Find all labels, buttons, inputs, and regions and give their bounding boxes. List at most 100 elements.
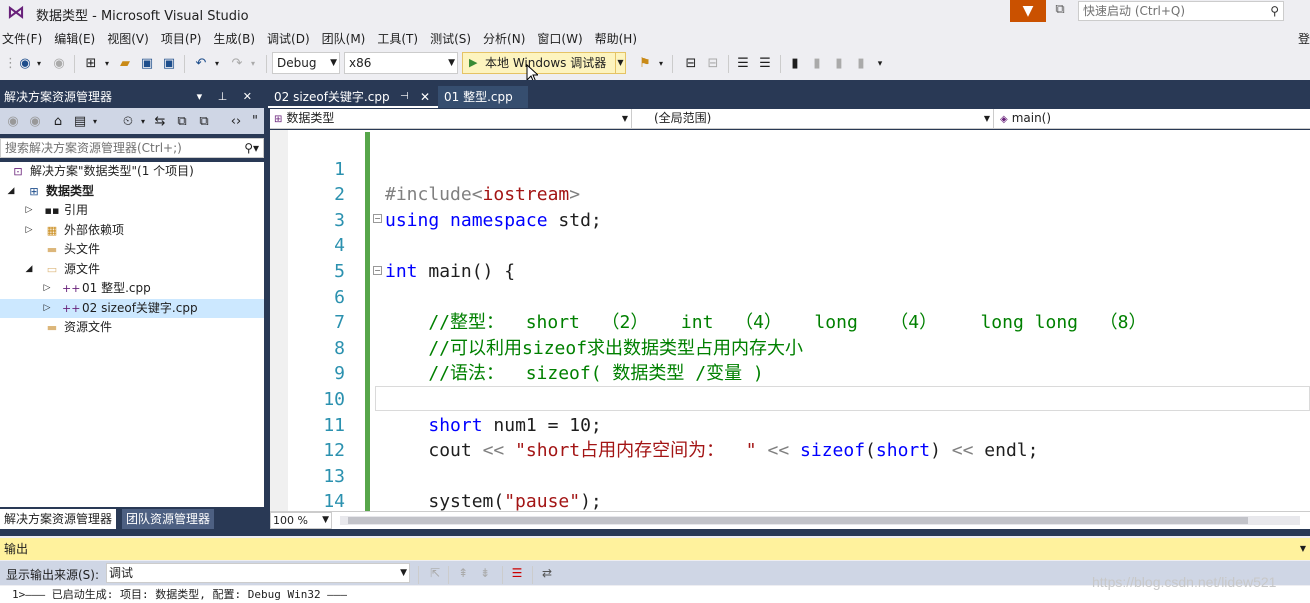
save-icon[interactable]: ▣: [138, 55, 156, 73]
scope-select[interactable]: (全局范围) ▼: [634, 109, 994, 129]
quick-launch-input[interactable]: 快速启动 (Ctrl+Q) ⚲: [1078, 1, 1284, 21]
menu-edit[interactable]: 编辑(E): [50, 26, 103, 48]
bookmark-icon[interactable]: ▮: [786, 55, 804, 73]
horizontal-scrollbar[interactable]: [340, 516, 1300, 525]
tree-item[interactable]: ▷ ++ 01 整型.cpp: [0, 279, 264, 298]
collapse-all-icon[interactable]: ⧉: [174, 113, 190, 131]
expand-icon[interactable]: ▷: [24, 201, 34, 220]
switch-views-icon[interactable]: ▤: [72, 113, 88, 131]
browser-link-icon[interactable]: ⚑: [636, 55, 654, 73]
expand-icon[interactable]: ▷: [24, 221, 34, 240]
close-icon[interactable]: ✕: [420, 86, 430, 108]
tree-item[interactable]: ▷ ▪▪ 引用: [0, 201, 264, 220]
tree-item[interactable]: ◢ ▭ 源文件: [0, 260, 264, 279]
watermark-text: https://blog.csdn.net/lidew521: [1092, 574, 1277, 590]
tree-item[interactable]: ▬ 资源文件: [0, 318, 264, 337]
forward-icon[interactable]: ◉: [50, 55, 68, 73]
tree-item[interactable]: ◢ ⊞ 数据类型: [0, 182, 264, 201]
tree-item[interactable]: ▷ ▦ 外部依赖项: [0, 221, 264, 240]
toolbar-separator: [728, 55, 729, 73]
indent-icon[interactable]: ☰: [756, 55, 774, 73]
chevron-down-icon[interactable]: ▼: [1300, 538, 1306, 560]
undo-dropdown-icon[interactable]: ▾: [212, 55, 222, 73]
pin-icon[interactable]: ⊣: [400, 86, 409, 108]
save-all-icon[interactable]: ▣: [160, 55, 178, 73]
start-debugging-button[interactable]: ▶ 本地 Windows 调试器 ▼: [462, 52, 626, 74]
tab-integer-cpp[interactable]: 01 整型.cpp: [438, 86, 528, 108]
clear-all-icon[interactable]: ☰: [508, 565, 526, 581]
output-source-select[interactable]: 调试 ▼: [106, 563, 410, 583]
pending-changes-icon[interactable]: ⏲: [120, 113, 136, 131]
more-icon[interactable]: ": [250, 113, 260, 131]
collapse-arrow-icon[interactable]: ◢: [24, 260, 34, 279]
forward-icon[interactable]: ◉: [28, 113, 42, 131]
prev-bookmark-icon[interactable]: ▮: [808, 55, 826, 73]
sign-in-link[interactable]: 登: [1298, 30, 1310, 47]
find-in-files-icon[interactable]: ⊟: [682, 55, 700, 73]
project-select[interactable]: ⊞ 数据类型 ▼: [270, 109, 632, 129]
browser-link-dropdown-icon[interactable]: ▾: [656, 55, 666, 73]
menu-team[interactable]: 团队(M): [318, 26, 374, 48]
comment-icon[interactable]: ⊟: [704, 55, 722, 73]
platform-select[interactable]: x86 ▼: [344, 52, 458, 74]
menu-debug[interactable]: 调试(D): [263, 26, 318, 48]
show-all-files-icon[interactable]: ⧉: [196, 113, 212, 131]
notifications-filter-icon[interactable]: ▼: [1010, 0, 1046, 22]
code-editor[interactable]: − − 1 #include<iostream> 2 using namespa…: [270, 130, 1310, 511]
sync-icon[interactable]: ⇆: [152, 113, 168, 131]
member-select[interactable]: ◈ main(): [996, 109, 1310, 129]
tree-item[interactable]: ▷ ++ 02 sizeof关键字.cpp: [0, 298, 264, 318]
menu-build[interactable]: 生成(B): [209, 26, 263, 48]
tab-solution-explorer[interactable]: 解决方案资源管理器: [0, 509, 117, 529]
clear-bookmarks-icon[interactable]: ▮: [852, 55, 870, 73]
code-line: 5: [270, 233, 1310, 282]
code-icon[interactable]: ‹›: [228, 113, 244, 131]
back-icon[interactable]: ◉: [16, 55, 34, 73]
menu-help[interactable]: 帮助(H): [591, 26, 645, 48]
scrollbar-thumb[interactable]: [348, 517, 1248, 524]
open-file-icon[interactable]: ▰: [116, 55, 134, 73]
menu-window[interactable]: 窗口(W): [533, 26, 590, 48]
switch-views-dropdown-icon[interactable]: ▾: [90, 113, 100, 131]
redo-icon[interactable]: ↷: [228, 55, 246, 73]
quick-launch-placeholder: 快速启动 (Ctrl+Q): [1083, 4, 1186, 18]
next-message-icon[interactable]: ⇟: [476, 565, 494, 581]
toolbar-separator: [672, 55, 673, 73]
tab-team-explorer[interactable]: 团队资源管理器: [122, 509, 215, 529]
collapse-arrow-icon[interactable]: ◢: [6, 182, 16, 201]
menu-tools[interactable]: 工具(T): [373, 26, 426, 48]
next-bookmark-icon[interactable]: ▮: [830, 55, 848, 73]
new-project-icon[interactable]: ⊞: [82, 55, 100, 73]
expand-icon[interactable]: ▷: [42, 279, 52, 298]
word-wrap-icon[interactable]: ⇄: [538, 565, 556, 581]
find-message-icon[interactable]: ⇱: [426, 565, 444, 581]
tree-item[interactable]: ⊡ 解决方案"数据类型"(1 个项目): [0, 162, 264, 181]
previous-message-icon[interactable]: ⇞: [454, 565, 472, 581]
toolbar-options-icon[interactable]: ▾: [874, 55, 886, 73]
code-line: 1 #include<iostream>: [270, 131, 1310, 206]
menu-project[interactable]: 项目(P): [157, 26, 210, 48]
code-line: 10 short num1 = 10;: [270, 361, 1310, 436]
new-project-dropdown-icon[interactable]: ▾: [102, 55, 112, 73]
menu-analyze[interactable]: 分析(N): [479, 26, 533, 48]
toolbar-separator: [780, 55, 781, 73]
run-dropdown-icon[interactable]: ▼: [615, 53, 625, 73]
menu-file[interactable]: 文件(F): [0, 26, 50, 48]
home-icon[interactable]: ⌂: [50, 113, 66, 131]
configuration-select[interactable]: Debug ▼: [272, 52, 340, 74]
zoom-select[interactable]: 100 % ▼: [270, 512, 332, 529]
tab-sizeof-cpp[interactable]: 02 sizeof关键字.cpp ⊣ ✕: [268, 86, 438, 108]
menu-view[interactable]: 视图(V): [103, 26, 157, 48]
feedback-icon[interactable]: ⧉: [1050, 2, 1070, 20]
redo-dropdown-icon[interactable]: ▾: [248, 55, 258, 73]
panel-window-buttons[interactable]: ▾ ⊥ ✕: [197, 86, 258, 108]
undo-icon[interactable]: ↶: [192, 55, 210, 73]
outdent-icon[interactable]: ☰: [734, 55, 752, 73]
pending-changes-dropdown-icon[interactable]: ▾: [138, 113, 148, 131]
expand-icon[interactable]: ▷: [42, 299, 52, 318]
back-dropdown-icon[interactable]: ▾: [34, 55, 44, 73]
menu-test[interactable]: 测试(S): [426, 26, 479, 48]
solution-explorer-search-input[interactable]: 搜索解决方案资源管理器(Ctrl+;) ⚲▾: [0, 138, 264, 158]
back-icon[interactable]: ◉: [6, 113, 20, 131]
tree-item[interactable]: ▬ 头文件: [0, 240, 264, 259]
